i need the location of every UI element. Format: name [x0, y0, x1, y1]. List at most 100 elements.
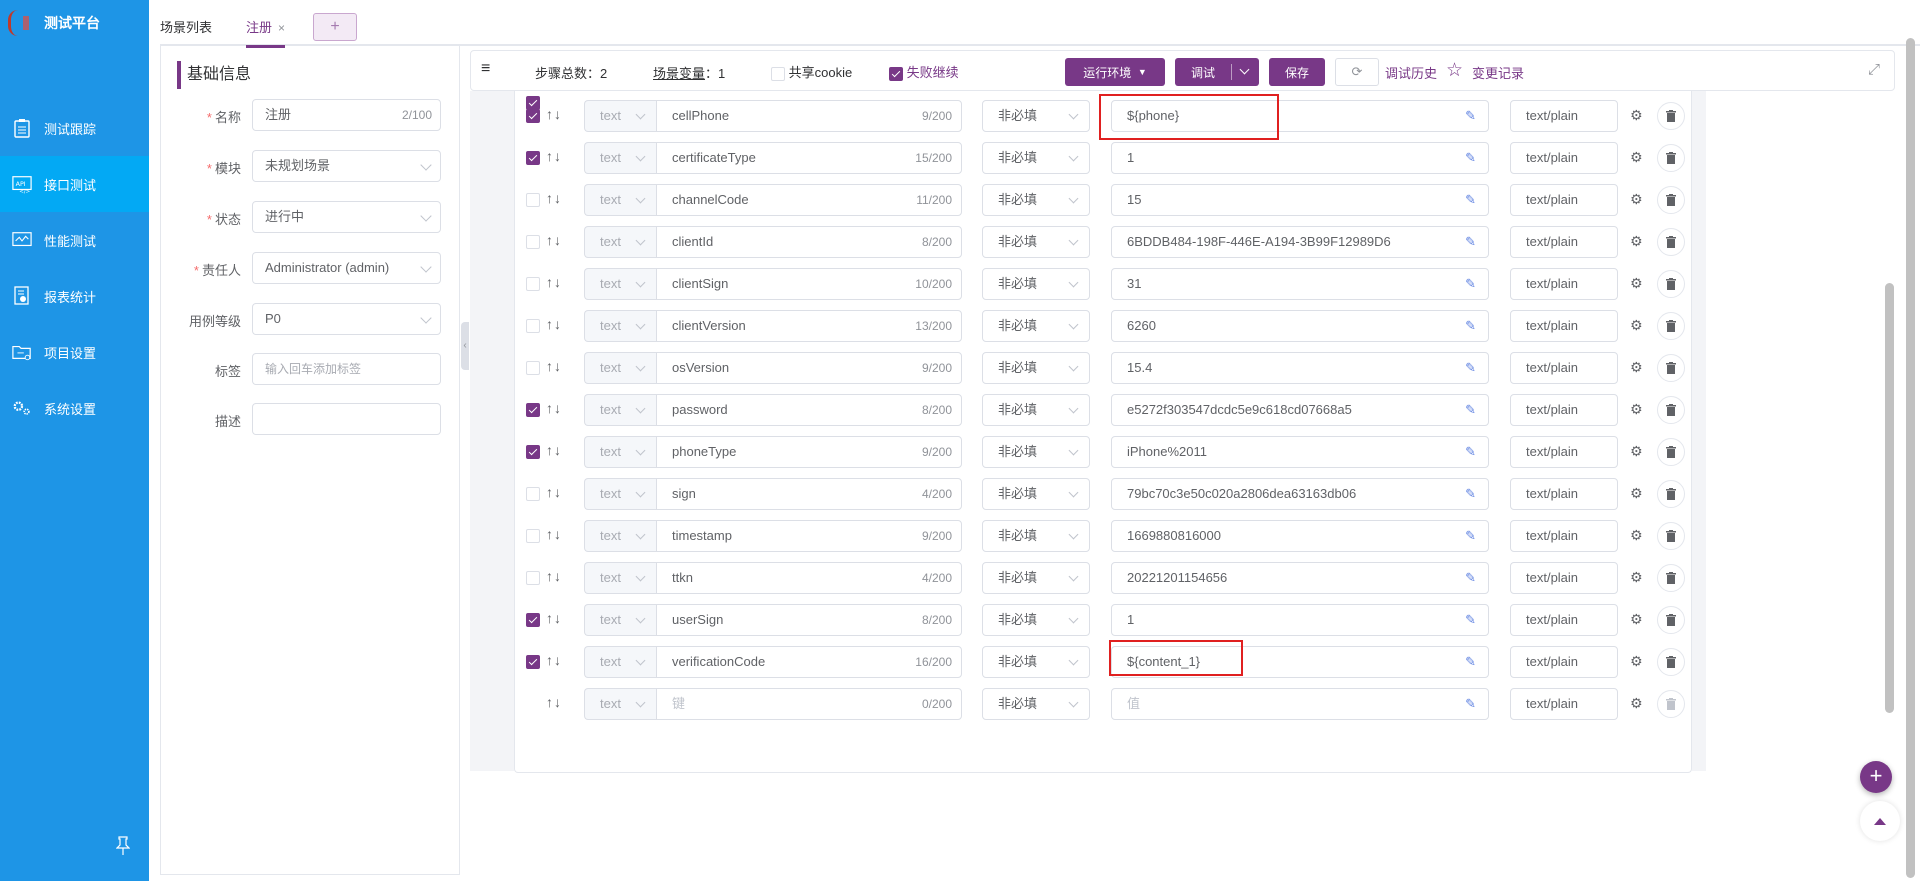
param-type-select[interactable]: text [584, 436, 656, 468]
arrow-down-icon[interactable]: ↓ [554, 232, 562, 248]
delete-button[interactable] [1657, 690, 1685, 718]
required-select[interactable]: 非必填 [982, 184, 1090, 216]
pin-icon[interactable] [115, 836, 131, 859]
settings-gear-icon[interactable]: ⚙ [1630, 191, 1643, 208]
param-type-select[interactable]: text [584, 100, 656, 132]
param-value-input[interactable]: 值 ✎ [1111, 688, 1489, 720]
settings-gear-icon[interactable]: ⚙ [1630, 611, 1643, 628]
required-select[interactable]: 非必填 [982, 310, 1090, 342]
param-type-select[interactable]: text [584, 142, 656, 174]
arrow-down-icon[interactable]: ↓ [554, 610, 562, 626]
reorder-arrows[interactable]: ↑↓ [546, 274, 562, 290]
param-type-select[interactable]: text [584, 688, 656, 720]
delete-button[interactable] [1657, 270, 1685, 298]
logo[interactable]: 测试平台 [6, 8, 100, 38]
edit-icon[interactable]: ✎ [1465, 311, 1476, 341]
row-checkbox[interactable] [526, 151, 540, 165]
sidebar-item-test-tracking[interactable]: 测试跟踪 [0, 100, 149, 156]
row-checkbox[interactable] [526, 655, 540, 669]
arrow-up-icon[interactable]: ↑ [546, 568, 554, 584]
share-cookie-checkbox[interactable]: 共享cookie [771, 62, 852, 81]
settings-gear-icon[interactable]: ⚙ [1630, 443, 1643, 460]
required-select[interactable]: 非必填 [982, 226, 1090, 258]
required-select[interactable]: 非必填 [982, 604, 1090, 636]
settings-gear-icon[interactable]: ⚙ [1630, 569, 1643, 586]
arrow-up-icon[interactable]: ↑ [546, 610, 554, 626]
delete-button[interactable] [1657, 186, 1685, 214]
settings-gear-icon[interactable]: ⚙ [1630, 317, 1643, 334]
param-type-select[interactable]: text [584, 184, 656, 216]
param-value-input[interactable]: e5272f303547dcdc5e9c618cd07668a5 ✎ [1111, 394, 1489, 426]
edit-icon[interactable]: ✎ [1465, 605, 1476, 635]
arrow-up-icon[interactable]: ↑ [546, 694, 554, 710]
arrow-down-icon[interactable]: ↓ [554, 358, 562, 374]
settings-gear-icon[interactable]: ⚙ [1630, 401, 1643, 418]
param-key-input[interactable]: clientSign 10/200 [656, 268, 962, 300]
settings-gear-icon[interactable]: ⚙ [1630, 527, 1643, 544]
case-level-select[interactable]: P0 [252, 303, 441, 335]
collapse-handle[interactable]: ‹ [461, 322, 469, 370]
add-step-button[interactable]: + [1860, 761, 1892, 793]
edit-icon[interactable]: ✎ [1465, 689, 1476, 719]
description-textarea[interactable] [252, 403, 441, 435]
edit-icon[interactable]: ✎ [1465, 479, 1476, 509]
row-checkbox[interactable] [526, 613, 540, 627]
scenario-variables[interactable]: 场景变量：1 [653, 63, 725, 82]
param-value-input[interactable]: 1 ✎ [1111, 604, 1489, 636]
settings-gear-icon[interactable]: ⚙ [1630, 233, 1643, 250]
param-key-input[interactable]: userSign 8/200 [656, 604, 962, 636]
content-type-input[interactable]: text/plain [1510, 142, 1618, 174]
content-type-input[interactable]: text/plain [1510, 478, 1618, 510]
delete-button[interactable] [1657, 606, 1685, 634]
row-checkbox[interactable] [526, 403, 540, 417]
settings-gear-icon[interactable]: ⚙ [1630, 695, 1643, 712]
param-value-input[interactable]: 31 ✎ [1111, 268, 1489, 300]
arrow-down-icon[interactable]: ↓ [554, 148, 562, 164]
back-to-top-button[interactable] [1860, 801, 1900, 841]
content-type-input[interactable]: text/plain [1510, 100, 1618, 132]
arrow-down-icon[interactable]: ↓ [554, 484, 562, 500]
content-type-input[interactable]: text/plain [1510, 520, 1618, 552]
sidebar-item-performance-test[interactable]: 性能测试 [0, 212, 149, 268]
param-type-select[interactable]: text [584, 352, 656, 384]
row-checkbox[interactable] [526, 235, 540, 249]
reorder-arrows[interactable]: ↑↓ [546, 652, 562, 668]
content-type-input[interactable]: text/plain [1510, 184, 1618, 216]
content-type-input[interactable]: text/plain [1510, 646, 1618, 678]
param-value-input[interactable]: 20221201154656 ✎ [1111, 562, 1489, 594]
star-icon[interactable]: ☆ [1446, 59, 1463, 82]
arrow-down-icon[interactable]: ↓ [554, 568, 562, 584]
edit-icon[interactable]: ✎ [1465, 395, 1476, 425]
changelog-link[interactable]: 变更记录 [1472, 63, 1524, 82]
required-select[interactable]: 非必填 [982, 100, 1090, 132]
content-type-input[interactable]: text/plain [1510, 352, 1618, 384]
param-type-select[interactable]: text [584, 226, 656, 258]
row-checkbox[interactable] [526, 319, 540, 333]
param-key-input[interactable]: channelCode 11/200 [656, 184, 962, 216]
required-select[interactable]: 非必填 [982, 352, 1090, 384]
param-value-input[interactable]: 15.4 ✎ [1111, 352, 1489, 384]
param-type-select[interactable]: text [584, 268, 656, 300]
param-type-select[interactable]: text [584, 562, 656, 594]
reorder-arrows[interactable]: ↑↓ [546, 106, 562, 122]
reorder-arrows[interactable]: ↑↓ [546, 694, 562, 710]
arrow-up-icon[interactable]: ↑ [546, 148, 554, 164]
run-environment-button[interactable]: 运行环境 ▼ [1065, 58, 1165, 86]
reorder-arrows[interactable]: ↑↓ [546, 400, 562, 416]
edit-icon[interactable]: ✎ [1465, 101, 1476, 131]
edit-icon[interactable]: ✎ [1465, 647, 1476, 677]
tags-input[interactable]: 输入回车添加标签 [252, 353, 441, 385]
arrow-down-icon[interactable]: ↓ [554, 442, 562, 458]
arrow-up-icon[interactable]: ↑ [546, 358, 554, 374]
save-button[interactable]: 保存 [1269, 58, 1325, 86]
required-select[interactable]: 非必填 [982, 520, 1090, 552]
reorder-arrows[interactable]: ↑↓ [546, 316, 562, 332]
param-key-input[interactable]: 键 0/200 [656, 688, 962, 720]
arrow-down-icon[interactable]: ↓ [554, 400, 562, 416]
row-checkbox[interactable] [526, 571, 540, 585]
arrow-down-icon[interactable]: ↓ [554, 526, 562, 542]
param-key-input[interactable]: verificationCode 16/200 [656, 646, 962, 678]
row-checkbox[interactable] [526, 193, 540, 207]
checkbox[interactable] [771, 66, 785, 81]
inner-scrollbar[interactable] [1885, 283, 1894, 713]
